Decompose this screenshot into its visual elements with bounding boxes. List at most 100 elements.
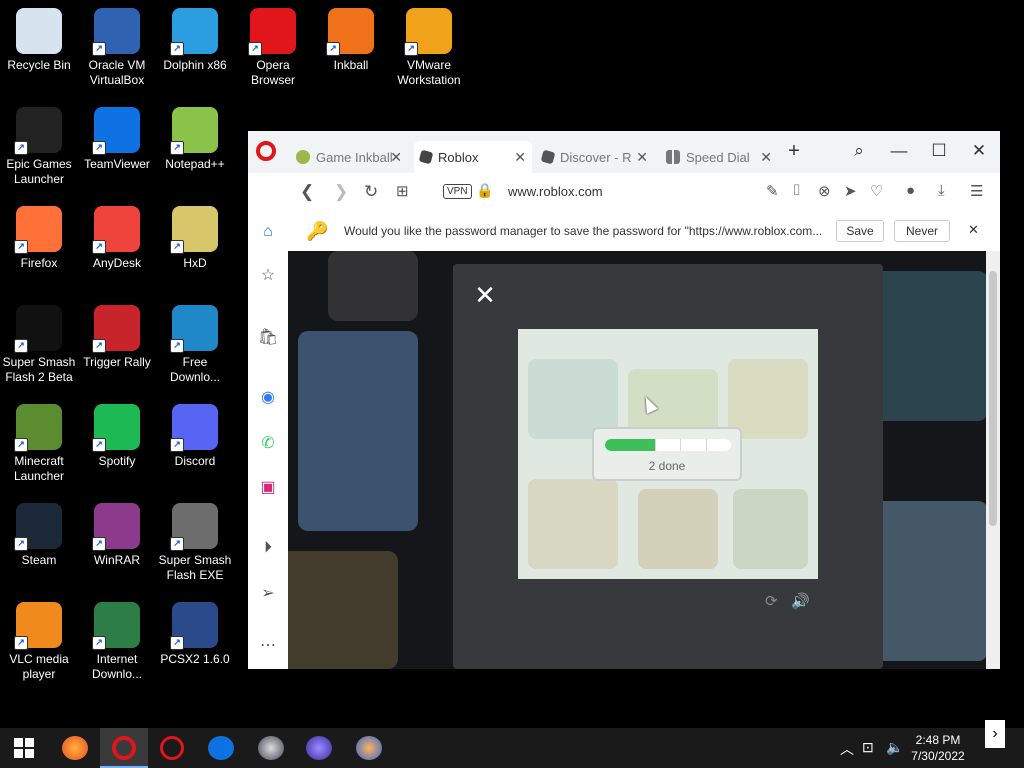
opera-taskbar-icon — [112, 736, 136, 760]
edit-icon[interactable]: ✎ — [766, 182, 779, 200]
minimize-button[interactable]: — — [886, 139, 912, 163]
volume-icon[interactable]: 🔈 — [886, 739, 903, 756]
desktop-icon[interactable]: ↗ TeamViewer — [78, 107, 156, 172]
tab-game-inkball[interactable]: Game Inkball ✕ — [290, 141, 408, 173]
network-icon[interactable]: ⊡ — [862, 739, 874, 756]
app-taskbar-icon[interactable] — [306, 736, 332, 760]
globe-taskbar-icon[interactable] — [258, 736, 284, 760]
whatsapp-icon[interactable]: ✆ — [257, 433, 279, 455]
tab-roblox[interactable]: Roblox ✕ — [414, 141, 532, 173]
desktop-icon[interactable]: ↗ Dolphin x86 — [156, 8, 234, 73]
desktop-icon[interactable]: ↗ Free Downlo... — [156, 305, 234, 385]
tab-label: Discover - R — [560, 149, 632, 165]
discover-favicon — [540, 149, 556, 165]
desktop-icon[interactable]: ↗ Minecraft Launcher — [0, 404, 78, 484]
windows-start-button[interactable] — [14, 738, 34, 758]
desktop-icon[interactable]: ↗ Trigger Rally — [78, 305, 156, 370]
close-tab-icon[interactable]: ✕ — [390, 149, 402, 166]
vpn-badge[interactable]: VPN — [443, 184, 472, 199]
background-game-tile — [328, 251, 418, 321]
heart-icon[interactable]: ♡ — [870, 182, 883, 200]
player-icon[interactable]: ⏵ — [257, 537, 279, 559]
close-modal-icon[interactable]: ✕ — [473, 282, 497, 308]
search-tabs-icon[interactable]: ⌕ — [846, 139, 872, 163]
profile-icon[interactable]: ● — [906, 182, 915, 199]
clock[interactable]: 2:48 PM 7/30/2022 — [908, 732, 968, 764]
camera-icon[interactable]: ⌷ — [792, 182, 801, 199]
back-icon[interactable]: ❮ — [300, 182, 314, 202]
desktop-icon-label: Minecraft Launcher — [13, 454, 65, 483]
send-icon[interactable]: ➤ — [844, 182, 857, 200]
firefox-taskbar-icon[interactable] — [62, 736, 88, 760]
save-password-button[interactable]: Save — [836, 220, 884, 242]
opera-menu-icon[interactable] — [256, 141, 276, 161]
shortcut-arrow-icon: ↗ — [170, 42, 184, 56]
reload-icon[interactable]: ↻ — [364, 182, 378, 202]
desktop-icon[interactable]: ↗ Opera Browser — [234, 8, 312, 88]
close-window-button[interactable]: ✕ — [966, 139, 992, 163]
lock-icon[interactable]: 🔒 — [476, 182, 493, 199]
desktop-icon[interactable]: ↗ Epic Games Launcher — [0, 107, 78, 187]
adblock-icon[interactable]: ⊗ — [818, 182, 831, 200]
desktop-icon[interactable]: ↗ Oracle VM VirtualBox — [78, 8, 156, 88]
refresh-captcha-icon[interactable]: ⟳ — [765, 592, 778, 610]
desktop-icon[interactable]: ↗ AnyDesk — [78, 206, 156, 271]
inkball-taskbar-icon[interactable] — [356, 736, 382, 760]
desktop-icon[interactable]: ↗ Notepad++ — [156, 107, 234, 172]
tab-grid-icon[interactable]: ⊞ — [396, 182, 409, 200]
desktop-icon[interactable]: ↗ Steam — [0, 503, 78, 568]
desktop-icon-label: AnyDesk — [92, 256, 142, 270]
desktop-icon[interactable]: ↗ VMware Workstation — [390, 8, 468, 88]
captcha-progress-card: 2 done — [592, 427, 742, 481]
close-tab-icon[interactable]: ✕ — [636, 149, 648, 166]
tab-speed-dial[interactable]: Speed Dial ✕ — [660, 141, 778, 173]
desktop-icon[interactable]: ↗ PCSX2 1.6.0 — [156, 602, 234, 667]
desktop-icon-label: Super Smash Flash EXE — [158, 553, 232, 582]
desktop-icon[interactable]: ↗ Spotify — [78, 404, 156, 469]
close-tab-icon[interactable]: ✕ — [514, 149, 526, 166]
url-field[interactable]: www.roblox.com — [508, 184, 603, 199]
captcha-image[interactable]: 2 done — [518, 329, 818, 579]
desktop-icon[interactable]: Recycle Bin — [0, 8, 78, 73]
forward-icon[interactable]: ❯ — [334, 182, 348, 202]
bookmarks-star-icon[interactable]: ☆ — [257, 265, 279, 287]
messenger-icon[interactable]: ◉ — [257, 387, 279, 409]
shortcut-arrow-icon: ↗ — [14, 141, 28, 155]
home-icon[interactable]: ⌂ — [257, 221, 279, 243]
never-save-button[interactable]: Never — [894, 220, 950, 242]
desktop-icon[interactable]: ↗ Discord — [156, 404, 234, 469]
notifications-chevron[interactable]: › — [985, 720, 1005, 748]
new-tab-button[interactable]: + — [781, 139, 807, 163]
desktop-icon-label: Recycle Bin — [7, 58, 71, 72]
close-password-bar-icon[interactable]: ✕ — [968, 222, 979, 238]
teamviewer-taskbar-icon[interactable] — [208, 736, 234, 760]
opera-gx-taskbar-icon[interactable] — [160, 736, 184, 760]
show-hidden-icons[interactable]: ︿ — [840, 739, 854, 759]
desktop-icon[interactable]: ↗ Firefox — [0, 206, 78, 271]
tab-discover[interactable]: Discover - R ✕ — [536, 141, 654, 173]
download-icon[interactable]: ⤓ — [938, 182, 945, 199]
shortcut-arrow-icon: ↗ — [92, 240, 106, 254]
desktop-icon[interactable]: ↗ Inkball — [312, 8, 390, 73]
captcha-blurred-tile — [733, 489, 808, 569]
instagram-icon[interactable]: ▣ — [257, 477, 279, 499]
more-icon[interactable]: ⋯ — [257, 635, 279, 657]
maximize-button[interactable]: ☐ — [926, 139, 952, 163]
page-scrollbar[interactable] — [986, 251, 1000, 669]
flow-send-icon[interactable]: ➢ — [257, 583, 279, 605]
desktop-icon[interactable]: ↗ WinRAR — [78, 503, 156, 568]
easy-setup-icon[interactable]: ☰ — [970, 182, 983, 200]
audio-captcha-icon[interactable]: 🔊 — [791, 592, 810, 610]
teamviewer-icon: ↗ — [92, 107, 140, 155]
shopping-bag-icon[interactable]: 🛍 — [257, 327, 279, 349]
scrollbar-thumb[interactable] — [989, 271, 997, 526]
desktop-icon[interactable]: ↗ Super Smash Flash 2 Beta — [0, 305, 78, 385]
captcha-modal: ✕ 2 done ⟳ 🔊 — [453, 264, 883, 669]
desktop-icon[interactable]: ↗ HxD — [156, 206, 234, 271]
desktop-icon[interactable]: ↗ Internet Downlo... — [78, 602, 156, 682]
desktop-icon[interactable]: ↗ VLC media player — [0, 602, 78, 682]
desktop-icon[interactable]: ↗ Super Smash Flash EXE — [156, 503, 234, 583]
trigger-rally-icon: ↗ — [92, 305, 140, 353]
close-tab-icon[interactable]: ✕ — [760, 149, 772, 166]
opera-taskbar-button[interactable] — [100, 728, 148, 768]
